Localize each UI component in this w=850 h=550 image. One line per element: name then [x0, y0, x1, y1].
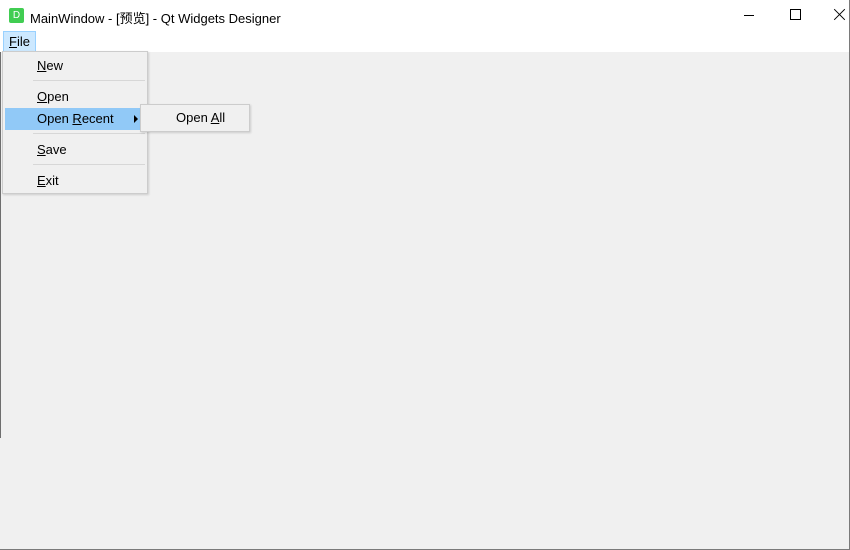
menu-item-open-all[interactable]: Open All — [143, 107, 247, 129]
menu-item-open[interactable]: Open — [5, 86, 145, 108]
submenu-arrow-icon — [134, 115, 138, 123]
close-button[interactable] — [818, 0, 849, 31]
menu-item-save[interactable]: Save — [5, 139, 145, 161]
window-title: MainWindow - [预览] - Qt Widgets Designer — [30, 11, 281, 26]
qt-designer-icon: D — [9, 8, 24, 23]
menu-item-new[interactable]: New — [5, 55, 145, 77]
menu-item-open-recent[interactable]: Open Recent — [5, 108, 145, 130]
menu-item-exit[interactable]: Exit — [5, 170, 145, 192]
menu-item-label: Open All — [176, 110, 226, 125]
maximize-icon — [790, 9, 801, 20]
menu-separator — [33, 133, 145, 134]
menu-file-label: ile — [16, 34, 30, 49]
menu-item-label: New — [37, 58, 64, 73]
menu-bar: File — [0, 31, 849, 52]
menu-separator — [33, 164, 145, 165]
main-window: D MainWindow - [预览] - Qt Widgets Designe… — [0, 0, 850, 550]
menu-file-mnemonic: F — [9, 34, 17, 49]
minimize-icon — [744, 15, 754, 16]
menu-separator — [33, 80, 145, 81]
minimize-button[interactable] — [727, 0, 773, 31]
title-bar[interactable]: D MainWindow - [预览] - Qt Widgets Designe… — [0, 0, 849, 31]
maximize-button[interactable] — [772, 0, 818, 31]
menu-file[interactable]: File — [3, 31, 36, 52]
menu-item-label: Open — [37, 89, 69, 104]
close-icon — [834, 9, 845, 20]
open-recent-submenu: Open All — [140, 104, 250, 132]
menu-item-label: Save — [37, 142, 67, 157]
file-menu-dropdown: New Open Open Recent Save Exit — [2, 51, 148, 194]
menu-item-label: Open Recent — [37, 111, 114, 126]
window-left-edge — [0, 52, 1, 438]
menu-item-label: Exit — [37, 173, 59, 188]
